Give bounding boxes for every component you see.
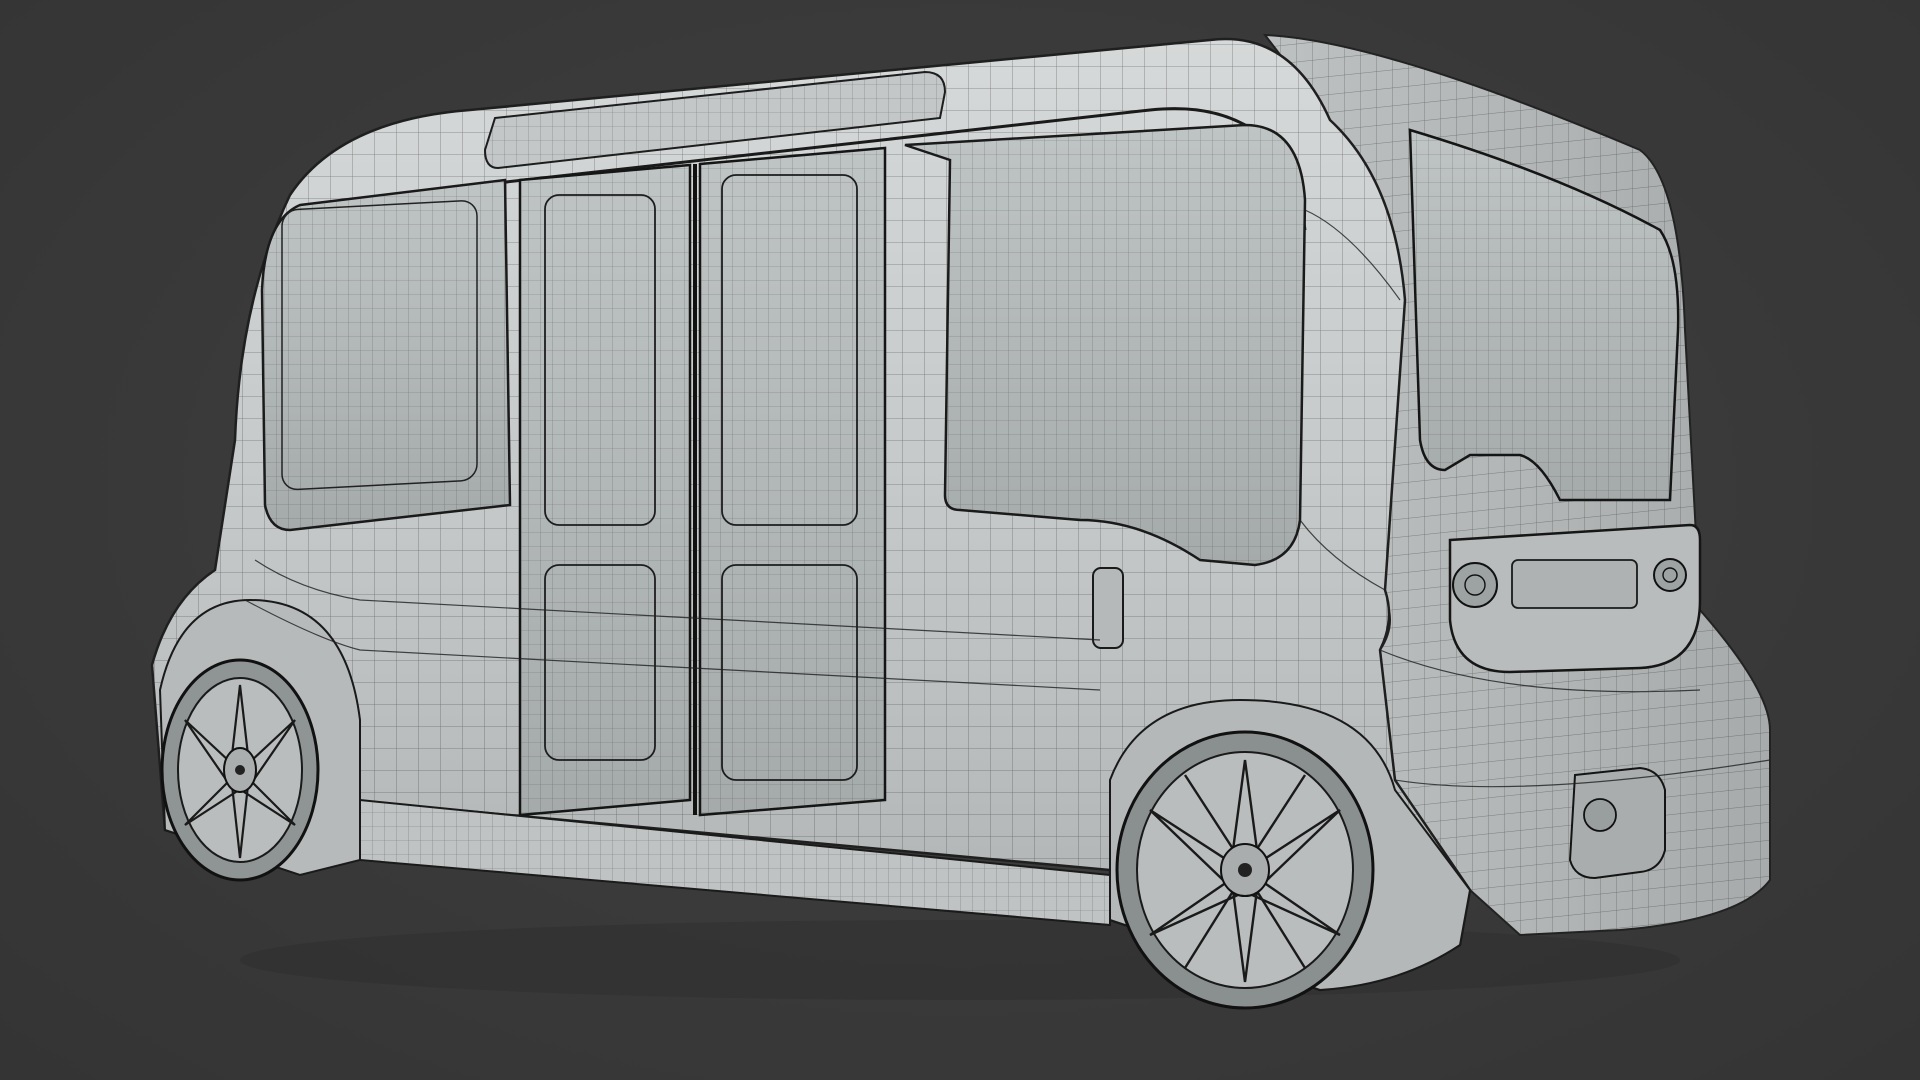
rear-bumper-light [1568,766,1666,880]
rear-lamp-right [1653,558,1687,592]
wireframe-model-render [150,33,1771,1010]
rear-lamp-left [1452,562,1498,608]
ground-shadow [240,920,1680,1000]
rear-wheel [1115,730,1375,1010]
door-handle [1092,567,1124,649]
sliding-door-right [698,146,887,817]
sliding-door-left [518,163,692,817]
rear-light-strip [1448,523,1702,674]
3d-viewport[interactable] [0,0,1920,1080]
front-wheel [160,658,320,882]
rear-side-window [904,123,1307,567]
front-side-window [260,178,512,532]
